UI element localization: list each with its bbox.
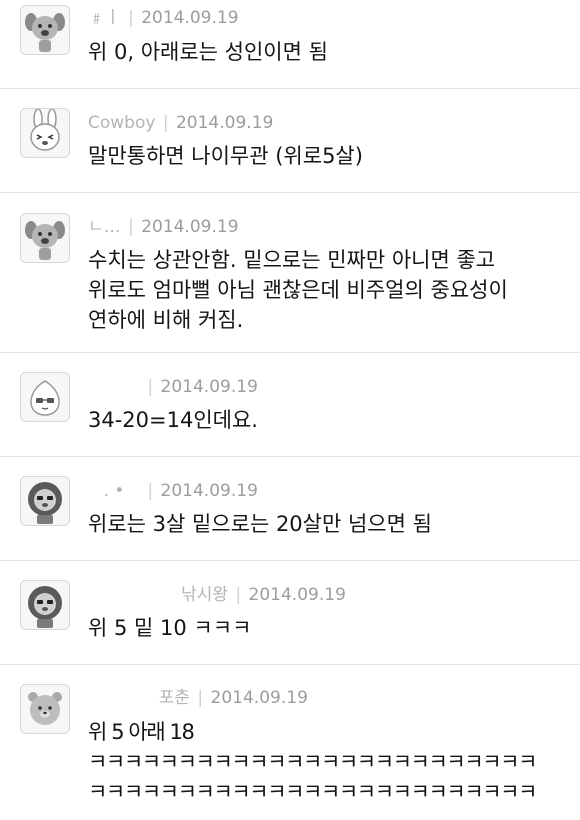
comment-text: 위로는 3살 밑으로는 20살만 넘으면 됨 [88,512,432,536]
comment-text: 수치는 상관안함. 밑으로는 민짜만 아니면 좋고 위로도 엄마뻘 아님 괜찮은… [88,248,508,332]
comment-author[interactable]: 낚시왕 [88,585,228,605]
comment-meta: 낚시왕 | 2014.09.19 [88,585,346,605]
comment-author[interactable]: Cowboy [88,113,155,133]
comment-text: 34-20=14인데요. [88,408,258,432]
comment-meta: ㄴ… | 2014.09.19 [88,217,239,237]
comment-meta: ﹟ㅣ | 2014.09.19 [88,8,239,28]
comment-date: 2014.09.19 [160,377,258,397]
comment-date: 2014.09.19 [141,217,239,237]
comment-author[interactable]: ㄴ… [88,217,121,237]
comment-item: ﹟ㅣ | 2014.09.19 위 0, 아래로는 성인이면 됨 [0,0,580,89]
rabbit-icon [30,109,60,151]
meta-separator: | [162,113,169,133]
lion-icon [28,586,62,628]
meta-separator: | [197,688,204,708]
comment-author[interactable]: 포춘 [88,688,190,708]
meta-separator: | [147,481,154,501]
comment-date: 2014.09.19 [160,481,258,501]
meta-separator: | [147,377,154,397]
comment-text: 위 5 아래 18 ㅋㅋㅋㅋㅋㅋㅋㅋㅋㅋㅋㅋㅋㅋㅋㅋㅋㅋㅋㅋㅋㅋㅋㅋㅋ ㅋㅋㅋㅋ… [88,720,537,804]
comment-list: ﹟ㅣ | 2014.09.19 위 0, 아래로는 성인이면 됨 Cowboy … [0,0,580,820]
avatar[interactable] [20,476,70,526]
dog-icon [25,221,65,260]
bear-icon [28,692,62,725]
avatar[interactable] [20,684,70,734]
comment-date: 2014.09.19 [175,113,274,133]
comment-item: ㄴ… | 2014.09.19 수치는 상관안함. 밑으로는 민짜만 아니면 좋… [0,193,580,353]
comment-text: 말만통하면 나이무관 (위로5살) [88,144,363,168]
comment-meta: 포춘 | 2014.09.19 [88,688,308,708]
avatar[interactable] [20,372,70,422]
meta-separator: | [128,8,134,28]
comment-date: 2014.09.19 [210,688,308,708]
comment-item: | 2014.09.19 34-20=14인데요. [0,353,580,457]
avatar[interactable] [20,580,70,630]
comment-author[interactable]: ﹟ㅣ [88,8,121,28]
comment-date: 2014.09.19 [248,585,346,605]
comment-author[interactable]: . • [88,481,140,501]
comment-date: 2014.09.19 [141,8,239,28]
meta-separator: | [235,585,242,605]
comment-item: . • | 2014.09.19 위로는 3살 밑으로는 20살만 넘으면 됨 [0,457,580,561]
meta-separator: | [128,217,134,237]
comment-meta: . • | 2014.09.19 [88,481,258,501]
comment-item: 낚시왕 | 2014.09.19 위 5 밑 10 ㅋㅋㅋ [0,561,580,665]
comment-text: 위 5 밑 10 ㅋㅋㅋ [88,616,252,640]
avatar[interactable] [20,108,70,158]
peach-icon [30,380,60,416]
comment-meta: | 2014.09.19 [88,377,258,397]
lion-icon [28,482,62,524]
comment-item: 포춘 | 2014.09.19 위 5 아래 18 ㅋㅋㅋㅋㅋㅋㅋㅋㅋㅋㅋㅋㅋㅋ… [0,665,580,820]
comment-item: Cowboy | 2014.09.19 말만통하면 나이무관 (위로5살) [0,89,580,193]
avatar[interactable] [20,213,70,263]
comment-meta: Cowboy | 2014.09.19 [88,113,273,133]
dog-icon [25,13,65,52]
avatar[interactable] [20,5,70,55]
comment-text: 위 0, 아래로는 성인이면 됨 [88,40,328,64]
